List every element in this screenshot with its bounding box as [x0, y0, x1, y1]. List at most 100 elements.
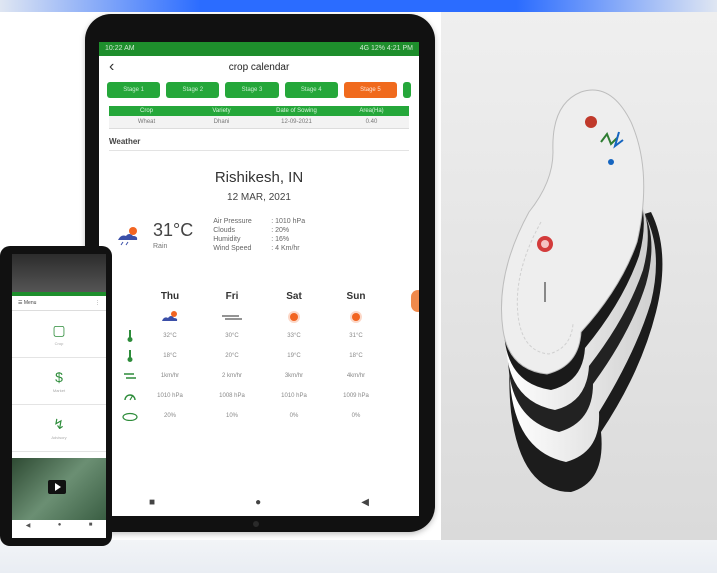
forecast-row-max-temp: 32°C 30°C 33°C 31°C — [121, 326, 419, 346]
tab-stage-1[interactable]: Stage 1 — [107, 82, 161, 98]
sun-icon — [352, 313, 360, 321]
phone-menu-item[interactable]: ↯ Advisory — [12, 405, 106, 452]
forecast-cell: 20% — [163, 413, 176, 419]
forecast-cell: 1010 hPa — [157, 393, 183, 399]
phone-menu-item[interactable]: $ Market — [12, 358, 106, 405]
table-cell: 0.40 — [365, 119, 378, 125]
crop-table: Crop Variety Date of Sowing Area(Ha) Whe… — [109, 106, 409, 129]
thermometer-icon — [121, 349, 139, 363]
rain-cloud-icon — [162, 311, 178, 321]
detail-value: : 4 Km/hr — [271, 245, 300, 252]
forecast-cell: 18°C — [349, 353, 363, 359]
table-cell: Wheat — [137, 119, 156, 125]
forecast-cell: 10% — [225, 413, 238, 419]
menu-item-caption: Crop — [54, 341, 64, 346]
weather-location: Rishikesh, IN — [214, 169, 304, 186]
detail-value: : 20% — [271, 227, 290, 234]
forecast-day: Fri — [225, 291, 239, 302]
status-indicators: 4G 12% 4:21 PM — [359, 45, 413, 52]
tab-stage-5[interactable]: Stage 5 — [343, 82, 398, 98]
detail-label: Air Pressure — [213, 218, 252, 225]
forecast-day: Thu — [160, 291, 180, 302]
phone-menu-item[interactable]: ▢ Crop — [12, 311, 106, 358]
gauge-icon — [121, 389, 139, 403]
rain-cloud-icon — [115, 224, 141, 246]
floating-action-button[interactable] — [411, 290, 419, 312]
detail-value: : 1010 hPa — [271, 218, 306, 225]
sun-icon — [290, 313, 298, 321]
stage-tabs: Stage 1 Stage 2 Stage 3 Stage 4 Stage 5 — [99, 78, 419, 100]
current-condition: Rain — [153, 243, 168, 250]
tab-stage-3[interactable]: Stage 3 — [225, 82, 279, 98]
dollar-icon: $ — [55, 369, 63, 385]
weather-section-heading: Weather — [109, 137, 409, 151]
column-header: Crop — [139, 108, 153, 114]
phone-menu-header: ☰ Menu ⋮ — [12, 296, 106, 311]
forecast-row-wind: 1km/hr 2 km/hr 3km/hr 4km/hr — [121, 366, 419, 386]
recents-button[interactable]: ■ — [149, 497, 155, 508]
tab-stage-4[interactable]: Stage 4 — [284, 82, 338, 98]
tractor-icon: ↯ — [53, 416, 65, 432]
current-temperature: 31°C — [153, 220, 194, 240]
thermometer-icon — [121, 329, 139, 343]
column-header: Date of Sowing — [276, 108, 317, 114]
forecast-row-min-temp: 18°C 20°C 19°C 18°C — [121, 346, 419, 366]
forecast-cell: 1km/hr — [160, 373, 180, 379]
menu-item-caption: Advisory — [51, 435, 67, 440]
table-header: Crop Variety Date of Sowing Area(Ha) — [109, 106, 409, 116]
forecast-cell: 0% — [351, 413, 361, 419]
table-row[interactable]: Wheat Dhani 12-09-2021 0.40 — [109, 116, 409, 129]
detail-label: Humidity — [213, 236, 241, 243]
insole-stack-illustration — [501, 89, 663, 492]
tablet-home-key[interactable] — [253, 521, 259, 527]
cloud-icon — [121, 409, 139, 423]
home-button[interactable]: ● — [58, 522, 62, 529]
video-thumbnail[interactable] — [12, 458, 106, 520]
phone-device: ☰ Menu ⋮ ▢ Crop $ Market ↯ Advisory ◀ ● … — [0, 246, 112, 546]
column-header: Area(Ha) — [359, 108, 384, 114]
tablet-device: 10:22 AM 4G 12% 4:21 PM ‹ crop calendar … — [85, 14, 435, 532]
tablet-screen: 10:22 AM 4G 12% 4:21 PM ‹ crop calendar … — [99, 42, 419, 516]
forecast-day: Sun — [346, 291, 366, 302]
menu-label[interactable]: ☰ Menu — [18, 300, 36, 306]
play-icon[interactable] — [48, 480, 66, 494]
wind-icon — [222, 315, 242, 320]
crop-icon: ▢ — [52, 322, 66, 338]
forecast-cell: 1008 hPa — [219, 393, 245, 399]
current-weather: 31°C Rain Air Pressure : 1010 hPa Clouds:… — [115, 217, 419, 253]
column-header: Variety — [212, 108, 231, 114]
home-button[interactable]: ● — [255, 497, 261, 508]
forecast-cell: 31°C — [349, 333, 363, 339]
forecast-cell: 20°C — [225, 353, 239, 359]
forecast-cell: 1010 hPa — [281, 393, 307, 399]
forecast-cell: 32°C — [163, 333, 177, 339]
table-cell: 12-09-2021 — [281, 119, 312, 125]
forecast-cell: 1009 hPa — [343, 393, 369, 399]
page-title: crop calendar — [228, 61, 290, 73]
forecast-days: Thu Fri Sat Sun — [139, 291, 419, 302]
forecast-cell: 4km/hr — [346, 373, 366, 379]
forecast-day: Sat — [286, 291, 302, 302]
forecast-cell: 30°C — [225, 333, 239, 339]
forecast-cell: 19°C — [287, 353, 301, 359]
forecast-cell: 18°C — [163, 353, 177, 359]
forecast-icons — [139, 308, 419, 326]
back-arrow-icon[interactable]: ‹ — [109, 58, 114, 76]
back-button[interactable]: ◀ — [26, 522, 31, 529]
tab-overflow[interactable] — [403, 82, 412, 98]
product-photo — [441, 12, 717, 540]
forecast-row-pressure: 1010 hPa 1008 hPa 1010 hPa 1009 hPa — [121, 386, 419, 406]
tab-stage-2[interactable]: Stage 2 — [166, 82, 220, 98]
phone-nav-bar: ◀ ● ■ — [12, 522, 106, 529]
system-nav-bar: ■ ● ◀ — [99, 497, 419, 508]
menu-item-caption: Market — [52, 388, 66, 393]
detail-label: Clouds — [213, 227, 236, 234]
phone-screen: ☰ Menu ⋮ ▢ Crop $ Market ↯ Advisory ◀ ● … — [12, 254, 106, 538]
weather-details: Air Pressure : 1010 hPa Clouds : 20% Humid… — [213, 217, 305, 253]
back-button[interactable]: ◀ — [361, 497, 369, 508]
overflow-menu-icon[interactable]: ⋮ — [95, 300, 100, 306]
weather-date: 12 MAR, 2021 — [227, 192, 291, 203]
forecast-cell: 33°C — [287, 333, 301, 339]
recents-button[interactable]: ■ — [89, 522, 93, 529]
app-bar: ‹ crop calendar — [99, 56, 419, 78]
